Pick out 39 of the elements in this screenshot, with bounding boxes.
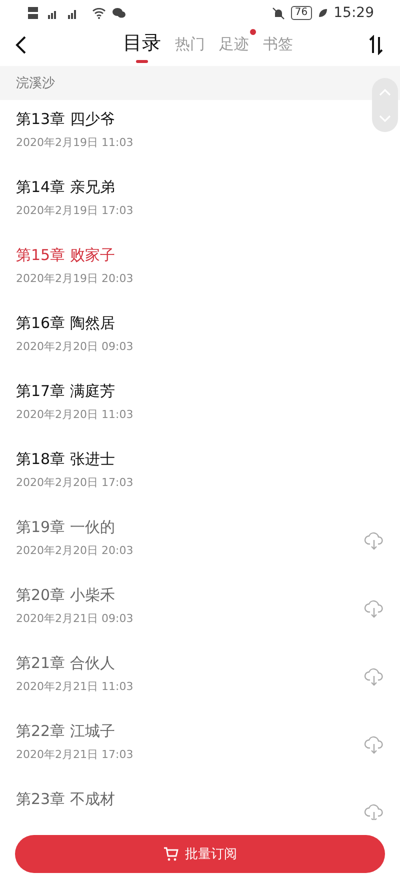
chapter-title[interactable]: 第13章 四少爷 (16, 110, 115, 129)
chapter-title[interactable]: 第20章 小柴禾 (16, 586, 115, 605)
chapter-date: 2020年2月19日 11:03 (16, 135, 134, 150)
cloud-download-icon[interactable] (364, 736, 384, 754)
down-icon[interactable] (379, 114, 391, 122)
chat-icon (112, 7, 126, 19)
chapter-date: 2020年2月19日 20:03 (16, 271, 134, 286)
chapter-title[interactable]: 第19章 一伙的 (16, 518, 115, 537)
tab[interactable]: 目录 (123, 26, 161, 64)
cart-icon (163, 846, 179, 862)
cloud-download-icon[interactable] (364, 600, 384, 618)
chapter-date: 2020年2月20日 17:03 (16, 475, 134, 490)
leaf-icon (318, 8, 328, 18)
chapter-date: 2020年2月20日 09:03 (16, 339, 134, 354)
cloud-download-icon[interactable] (364, 804, 384, 820)
chapter-title[interactable]: 第14章 亲兄弟 (16, 178, 115, 197)
chapter-date: 2020年2月19日 17:03 (16, 203, 134, 218)
scroll-buttons[interactable] (372, 78, 398, 132)
mute-icon (272, 6, 285, 20)
cloud-download-icon[interactable] (364, 532, 384, 550)
chapter-title[interactable]: 第18章 张进士 (16, 450, 115, 469)
chapter-date: 2020年2月21日 11:03 (16, 679, 134, 694)
section-title: 浣溪沙 (0, 66, 400, 100)
chapter-title[interactable]: 第17章 满庭芳 (16, 382, 115, 401)
chapter-date: 2020年2月20日 11:03 (16, 407, 134, 422)
chapter-title[interactable]: 第22章 江城子 (16, 722, 115, 741)
chapter-title[interactable]: 第23章 不成材 (16, 790, 115, 809)
cloud-download-icon[interactable] (364, 668, 384, 686)
chapter-title[interactable]: 第15章 败家子 (16, 246, 115, 265)
wifi-icon (92, 7, 106, 19)
battery-level: 76 (290, 6, 312, 20)
chapter-date: 2020年2月21日 17:03 (16, 747, 134, 762)
chapter-date: 2020年2月20日 20:03 (16, 543, 134, 558)
chapter-date: 2020年2月21日 09:03 (16, 611, 134, 626)
chapter-title[interactable]: 第16章 陶然居 (16, 314, 115, 333)
chapter-title[interactable]: 第21章 合伙人 (16, 654, 115, 673)
clock-time: 15:29 (334, 5, 374, 21)
subscribe-button[interactable]: 批量订阅 (15, 835, 385, 873)
up-icon[interactable] (379, 88, 391, 96)
